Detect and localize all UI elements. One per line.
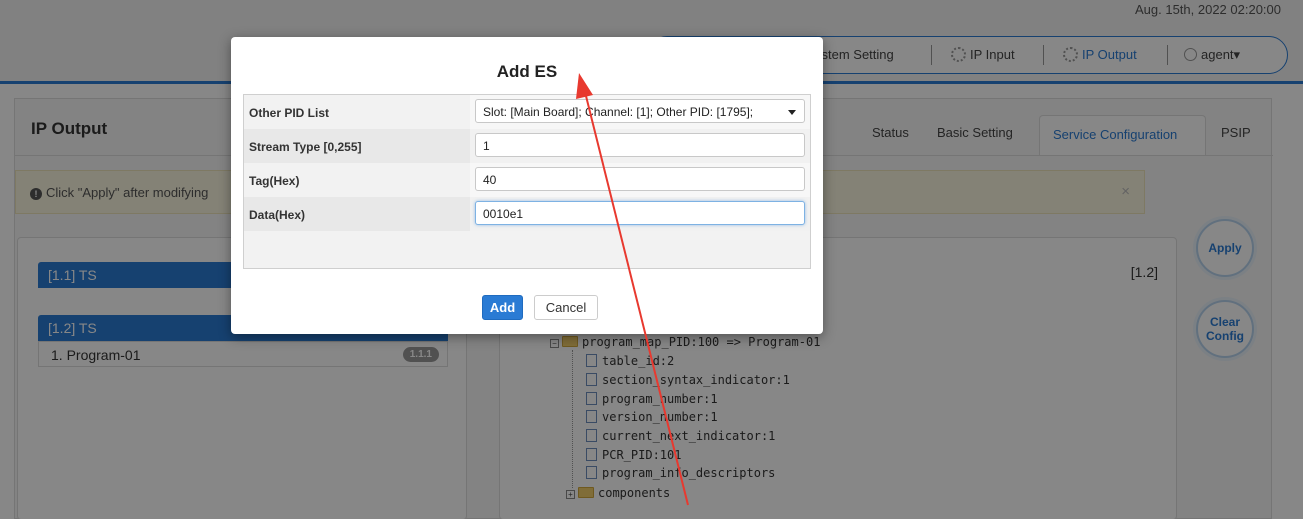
field-label: Other PID List (249, 106, 330, 120)
field-label: Stream Type [0,255] (244, 129, 470, 163)
form-row-data: Data(Hex) 0010e1 (244, 197, 810, 231)
field-label: Data(Hex) (244, 197, 470, 231)
field-value-cell: 0010e1 (470, 197, 810, 231)
field-value-cell: 1 (470, 129, 810, 163)
select-value: Slot: [Main Board]; Channel: [1]; Other … (483, 105, 754, 119)
add-es-dialog: Add ES Other PID List Slot: [Main Board]… (231, 37, 823, 334)
other-pid-select[interactable]: Slot: [Main Board]; Channel: [1]; Other … (475, 99, 805, 123)
stream-type-input[interactable]: 1 (475, 133, 805, 157)
tag-hex-input[interactable]: 40 (475, 167, 805, 191)
add-es-form: Other PID List Slot: [Main Board]; Chann… (243, 94, 811, 320)
field-value-cell: Slot: [Main Board]; Channel: [1]; Other … (470, 95, 810, 129)
field-label: Tag(Hex) (249, 174, 300, 188)
field-value-cell: 40 (470, 163, 810, 197)
cancel-button[interactable]: Cancel (534, 295, 598, 320)
data-hex-input[interactable]: 0010e1 (475, 201, 805, 225)
chevron-down-icon (788, 110, 796, 115)
form-row-stream-type: Stream Type [0,255] 1 (244, 129, 810, 163)
form-row-tag: Tag(Hex) 40 (244, 163, 810, 197)
add-button[interactable]: Add (482, 295, 523, 320)
form-row-other-pid: Other PID List Slot: [Main Board]; Chann… (244, 95, 810, 129)
dialog-title: Add ES (496, 62, 558, 81)
